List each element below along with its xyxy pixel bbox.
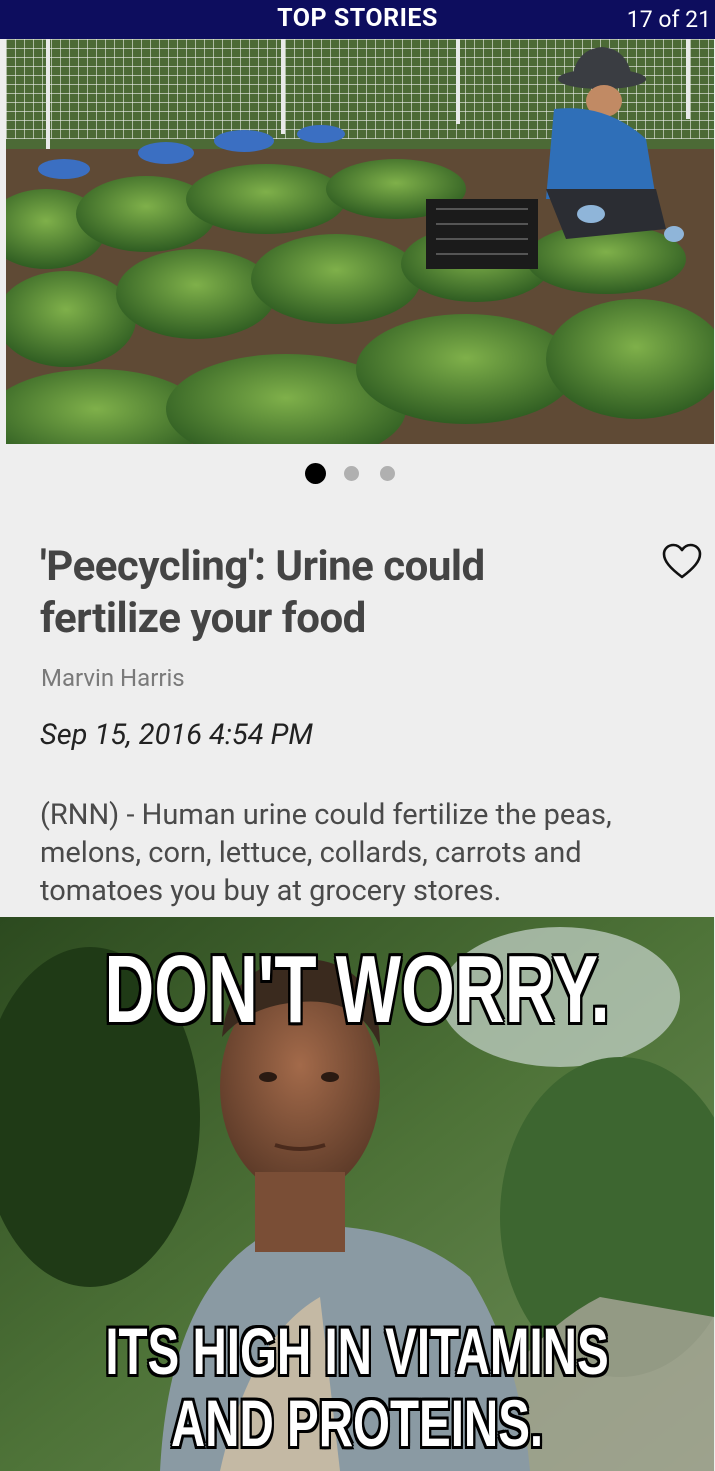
- carousel-dot[interactable]: [344, 466, 359, 481]
- hero-image[interactable]: [6, 39, 714, 444]
- favorite-button[interactable]: [662, 543, 702, 581]
- meme-top-text: DON'T WORRY.: [104, 936, 610, 1043]
- carousel-dot-active[interactable]: [305, 463, 326, 484]
- story-counter: 17 of 21: [626, 6, 711, 33]
- carousel-dot[interactable]: [380, 466, 395, 481]
- article-headline[interactable]: 'Peecycling': Urine could fertilize your…: [40, 541, 600, 645]
- article-author: Marvin Harris: [41, 664, 185, 692]
- article-summary: (RNN) - Human urine could fertilize the …: [40, 798, 612, 908]
- meme-image[interactable]: DON'T WORRY. ITS HIGH IN VITAMINS AND PR…: [0, 917, 714, 1471]
- heart-outline-icon: [662, 543, 702, 579]
- meme-bottom-text: ITS HIGH IN VITAMINS AND PROTEINS.: [105, 1314, 609, 1460]
- top-bar: TOP STORIES 17 of 21: [0, 0, 715, 39]
- article-date: Sep 15, 2016 4:54 PM: [40, 718, 313, 752]
- section-title: TOP STORIES: [277, 4, 438, 33]
- farm-photo: [6, 39, 714, 444]
- carousel-indicator: [0, 463, 715, 485]
